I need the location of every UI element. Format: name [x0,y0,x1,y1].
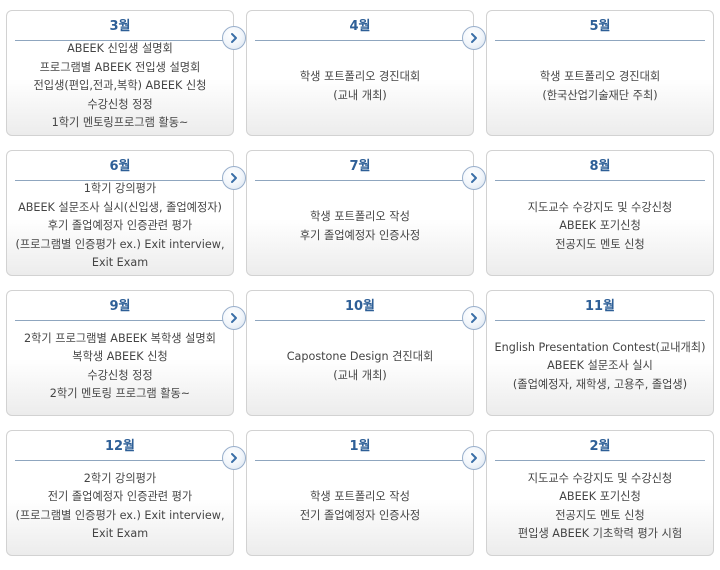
chevron-right-icon [222,166,246,190]
event-item: 수강신청 정정 [87,97,153,111]
event-list: 지도교수 수강지도 및 수강신청 ABEEK 포기신청전공지도 멘토 신청 [489,180,711,273]
event-item: 2학기 프로그램별 ABEEK 복학생 설명회 [24,331,216,345]
event-item: Capostone Design 견진대회 [286,350,434,363]
event-item: 전입생(편입,전과,복학) ABEEK 신청 [33,79,207,93]
event-item: 수강신청 정정 [87,368,153,382]
event-item: 전기 졸업예정자 인증사정 [299,508,421,522]
month-title: 7월 [255,153,465,181]
month-card: 5월학생 포트폴리오 경진대회 (한국산업기술재단 주최) [486,10,714,136]
chevron-right-icon [462,166,486,190]
event-list: English Presentation Contest(교내개최) ABEEK … [489,320,711,413]
event-item: ABEEK 설문조사 실시(신입생, 졸업예정자) [18,200,222,214]
month-card: 6월 1학기 강의평가 ABEEK 설문조사 실시(신입생, 졸업예정자) 후기 졸업… [6,150,234,276]
event-item: 학생 포트폴리오 경진대회 [539,70,661,83]
event-item: 1학기 멘토링프로그램 활동~ [51,116,189,130]
event-list: Capostone Design 견진대회 (교내 개최) [249,320,471,413]
event-item: 편입생 ABEEK 기초학력 평가 시험 [517,527,683,540]
event-item: 후기 졸업예정자 인증관련 평가 [47,219,193,233]
chevron-right-icon [462,26,486,50]
event-list: 학생 포트폴리오 작성후기 졸업예정자 인증사정 [249,180,471,273]
chevron-right-icon [462,446,486,470]
event-list: 2학기 프로그램별 ABEEK 복학생 설명회복학생 ABEEK 신청수강신청 … [9,320,231,413]
event-item: (교내 개최) [333,368,387,382]
month-title: 3월 [15,13,225,41]
month-title: 4월 [255,13,465,41]
event-item: (교내 개최) [333,88,387,102]
month-title: 10월 [255,293,465,321]
event-item: 학생 포트폴리오 경진대회 [299,70,421,83]
event-list: 1학기 강의평가 ABEEK 설문조사 실시(신입생, 졸업예정자) 후기 졸업예정… [9,180,231,273]
event-item: Exit Exam [91,527,149,540]
event-item: 전공지도 멘토 신청 [555,508,645,522]
event-item: 프로그램별 ABEEK 전입생 설명회 [39,60,201,74]
event-item: Exit Exam [91,256,149,270]
month-card: 7월학생 포트폴리오 작성후기 졸업예정자 인증사정 [246,150,474,276]
event-item: 2학기 강의평가 [83,471,157,485]
event-item: 학생 포트폴리오 작성 [310,210,410,223]
event-list: 2학기 강의평가전기 졸업예정자 인증관련 평가 (프로그램별 인증평가 ex.)… [9,460,231,553]
event-list: 학생 포트폴리오 경진대회 (한국산업기술재단 주최) [489,40,711,133]
schedule-grid: 3월 ABEEK 신입생 설명회프로그램별 ABEEK 전입생 설명회전입생(편입… [0,0,720,570]
event-item: (프로그램별 인증평가 ex.) Exit interview, [15,508,225,522]
event-item: 전기 졸업예정자 인증관련 평가 [47,490,193,503]
event-item: 1학기 강의평가 [83,182,157,196]
event-list: 학생 포트폴리오 경진대회 (교내 개최) [249,40,471,133]
month-title: 6월 [15,153,225,181]
event-item: 후기 졸업예정자 인증사정 [299,228,421,242]
event-list: 지도교수 수강지도 및 수강신청 ABEEK 포기신청전공지도 멘토 신청편입생 … [489,460,711,553]
chevron-right-icon [222,26,246,50]
month-card: 1월학생 포트폴리오 작성전기 졸업예정자 인증사정 [246,430,474,556]
event-item: ABEEK 신입생 설명회 [67,42,173,56]
month-card: 4월학생 포트폴리오 경진대회 (교내 개최) [246,10,474,136]
month-card: 9월 2학기 프로그램별 ABEEK 복학생 설명회 복학생 ABEEK 신청 수강신… [6,290,234,416]
event-list: ABEEK 신입생 설명회프로그램별 ABEEK 전입생 설명회전입생(편입,전… [9,40,231,133]
month-title: 11월 [495,293,705,321]
month-title: 2월 [495,433,705,461]
event-item: ABEEK 포기신청 [559,490,641,503]
event-item: 복학생 ABEEK 신청 [72,350,168,363]
chevron-right-icon [222,446,246,470]
event-item: English Presentation Contest(교내개최) [494,340,706,354]
event-item: 지도교수 수강지도 및 수강신청 [527,200,673,214]
event-item: ABEEK 설문조사 실시 [547,359,653,373]
event-item: 2학기 멘토링 프로그램 활동~ [49,387,191,400]
event-item: (졸업예정자, 재학생, 고용주, 졸업생) [512,377,688,391]
month-title: 9월 [15,293,225,321]
month-title: 5월 [495,13,705,41]
event-list: 학생 포트폴리오 작성전기 졸업예정자 인증사정 [249,460,471,553]
month-card: 11월 English Presentation Contest(교내개최) ABE… [486,290,714,416]
event-item: (한국산업기술재단 주최) [542,88,658,102]
month-card: 10월 Capostone Design 견진대회 (교내 개최) [246,290,474,416]
month-title: 8월 [495,153,705,181]
month-card: 12월 2학기 강의평가전기 졸업예정자 인증관련 평가 (프로그램별 인증평가 e… [6,430,234,556]
chevron-right-icon [222,306,246,330]
event-item: 전공지도 멘토 신청 [555,237,645,251]
event-item: 지도교수 수강지도 및 수강신청 [527,471,673,485]
month-card: 8월지도교수 수강지도 및 수강신청 ABEEK 포기신청전공지도 멘토 신청 [486,150,714,276]
event-item: ABEEK 포기신청 [559,219,641,233]
month-title: 12월 [15,433,225,461]
month-card: 3월 ABEEK 신입생 설명회프로그램별 ABEEK 전입생 설명회전입생(편입… [6,10,234,136]
month-title: 1월 [255,433,465,461]
chevron-right-icon [462,306,486,330]
event-item: (프로그램별 인증평가 ex.) Exit interview, [15,237,225,251]
month-card: 2월지도교수 수강지도 및 수강신청 ABEEK 포기신청전공지도 멘토 신청편입… [486,430,714,556]
event-item: 학생 포트폴리오 작성 [310,490,410,503]
